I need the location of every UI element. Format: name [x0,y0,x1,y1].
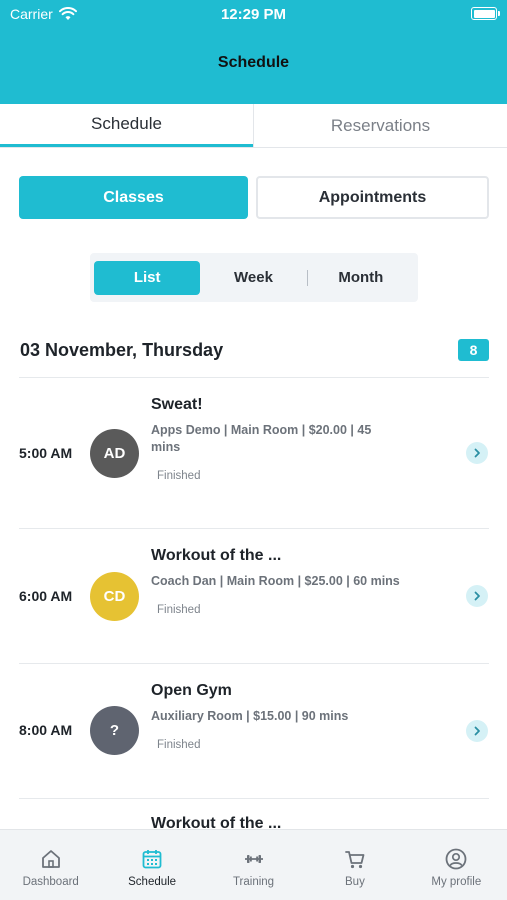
nav-training[interactable]: Training [203,830,304,900]
calendar-icon [142,850,162,869]
class-name: Open Gym [151,682,232,699]
view-list-button[interactable]: List [94,260,201,295]
header: Carrier 12:29 PM Schedule [0,0,507,104]
nav-schedule[interactable]: Schedule [101,830,202,900]
class-name: Workout of the ... [151,547,282,564]
class-row[interactable]: 5:00 AM AD Sweat! Apps Demo | Main Room … [0,378,507,528]
page-title: Schedule [217,54,290,71]
appointments-button[interactable]: Appointments [256,176,489,219]
nav-dashboard[interactable]: Dashboard [0,830,101,900]
dumbbell-icon [244,855,263,863]
view-month-button[interactable]: Month [308,261,414,295]
nav-label: Training [232,876,275,888]
class-row[interactable]: Workout of the ... [0,799,507,829]
nav-label: My profile [431,876,482,888]
nav-buy[interactable]: Buy [304,830,405,900]
class-meta: Auxiliary Room | $15.00 | 90 mins [151,709,349,723]
class-meta: Apps Demo | Main Room | $20.00 | 45 mins [151,423,372,454]
nav-label: Dashboard [22,876,79,888]
chevron-right-icon[interactable] [466,585,488,607]
battery-icon [471,7,500,20]
class-name: Sweat! [151,396,203,413]
avatar: CD [90,572,139,621]
classes-button[interactable]: Classes [19,176,248,219]
chevron-right-icon[interactable] [466,720,488,742]
top-tabs: Schedule Reservations [0,104,507,148]
home-icon [41,850,60,868]
status-bar: Carrier 12:29 PM [0,0,507,28]
class-row[interactable]: 6:00 AM CD Workout of the ... Coach Dan … [0,529,507,663]
app-screen: Carrier 12:29 PM Schedule Schedule Reser… [0,0,507,900]
date-title: 03 November, Thursday [20,339,224,360]
avatar: ? [90,706,139,755]
view-week-button[interactable]: Week [200,261,306,295]
view-switch: List Week Month [90,253,418,302]
nav-my-profile[interactable]: My profile [406,830,507,900]
segment-control: Classes Appointments [19,176,489,219]
class-row[interactable]: 8:00 AM ? Open Gym Auxiliary Room | $15.… [0,664,507,798]
status-time: 12:29 PM [220,6,287,23]
class-name: Workout of the ... [151,815,282,829]
class-time: 5:00 AM [19,445,73,461]
class-meta: Coach Dan | Main Room | $25.00 | 60 mins [151,574,400,588]
class-time: 6:00 AM [19,588,73,604]
bottom-nav: Dashboard Schedule Training Buy My profi… [0,829,507,900]
date-header: 03 November, Thursday 8 [20,336,489,364]
chevron-right-icon[interactable] [466,442,488,464]
class-status: Finished [157,470,201,482]
cart-icon [345,851,365,869]
avatar: AD [90,429,139,478]
nav-label: Buy [345,876,365,888]
class-time: 8:00 AM [19,722,73,738]
tab-schedule[interactable]: Schedule [0,104,253,147]
class-status: Finished [157,604,201,616]
tab-reservations[interactable]: Reservations [254,104,507,147]
class-status: Finished [157,739,201,751]
profile-icon [445,848,467,870]
count-badge: 8 [458,339,489,361]
nav-label: Schedule [128,876,177,888]
